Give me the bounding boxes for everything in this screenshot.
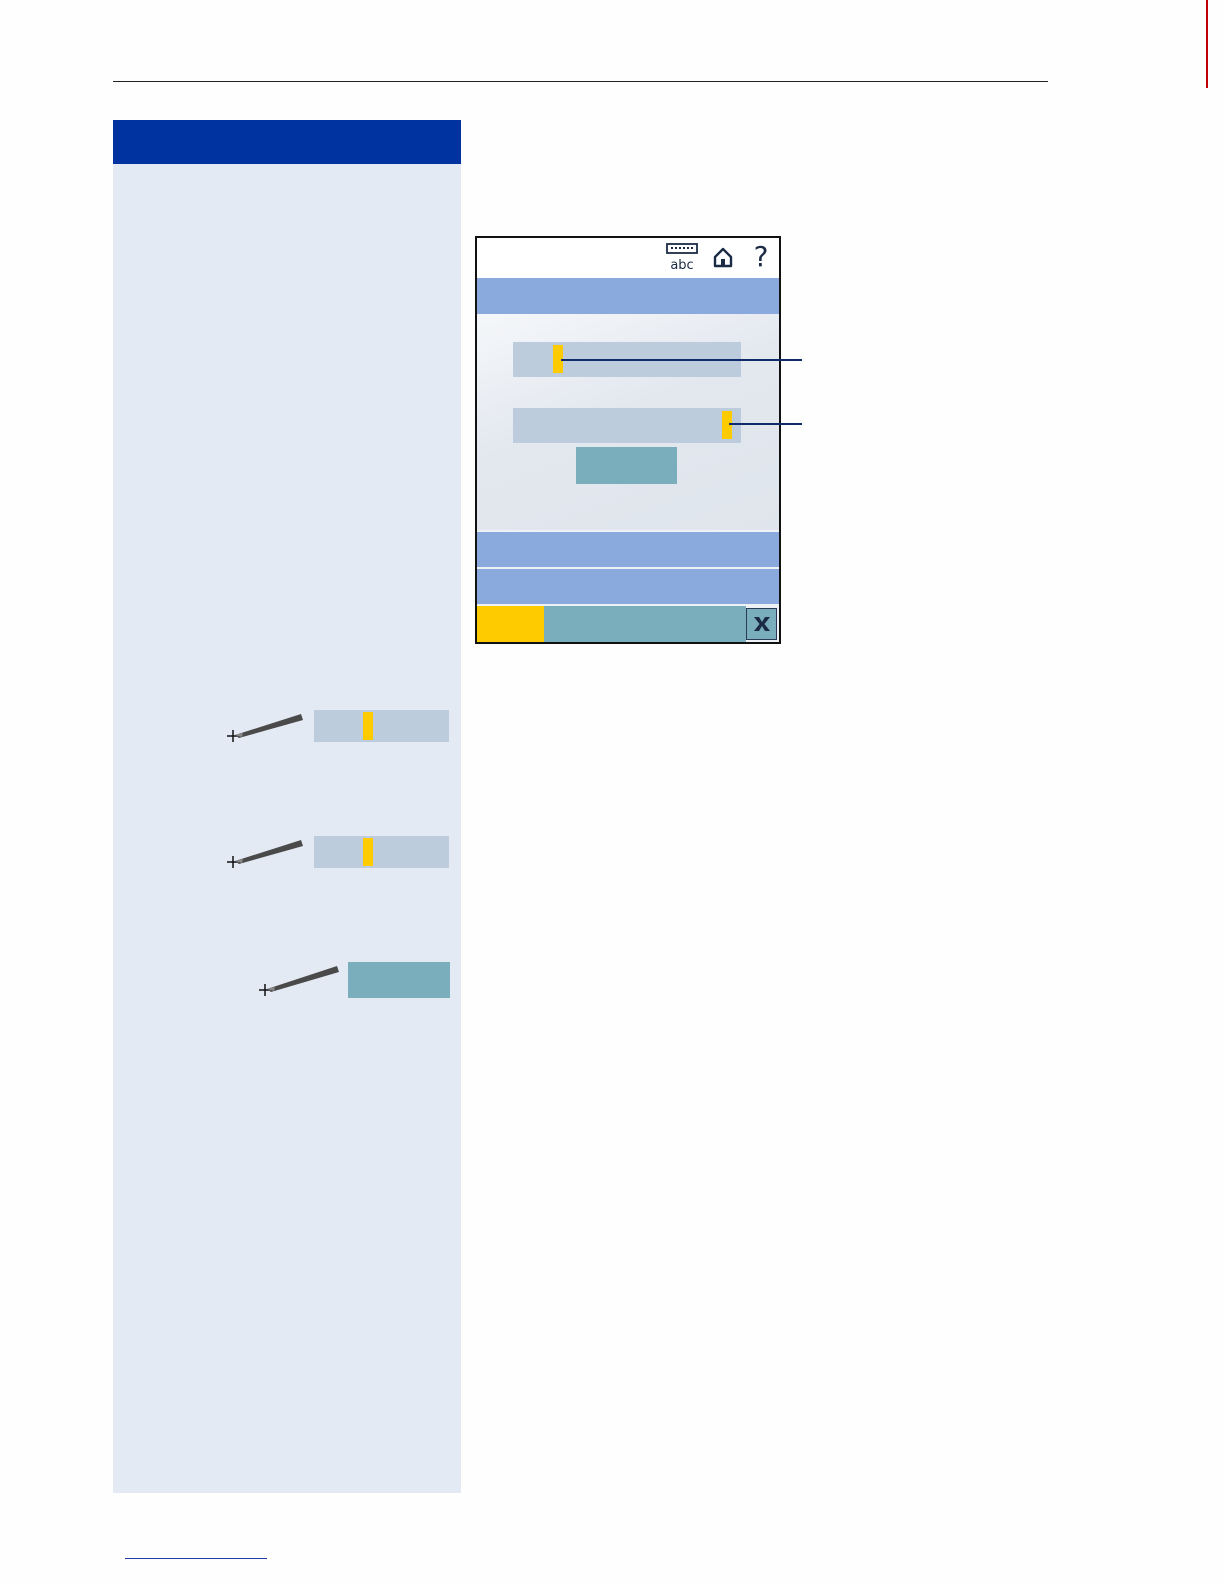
callout-line-2 [729,423,802,425]
phone-screen: abc ? [475,236,781,644]
confirm-button[interactable] [576,447,677,484]
soft-key-left[interactable] [477,606,544,642]
cursor-marker-2 [363,838,373,866]
cursor-marker-1 [363,712,373,740]
sidebar [113,120,461,1493]
input-field-2[interactable] [513,408,741,443]
field-thumbnail-2 [314,836,449,868]
phone-top-bar: abc ? [477,238,779,278]
phone-soft-bar [477,606,779,642]
step-tap-field-1 [223,708,453,748]
sidebar-header [113,120,461,164]
menu-row-2[interactable] [477,569,779,604]
phone-title-bar [477,278,779,314]
footer-link-underline [125,1558,267,1559]
close-glyph [753,617,770,631]
svg-text:abc: abc [670,258,693,272]
header-rule [113,81,1048,82]
menu-row-1[interactable] [477,532,779,567]
keyboard-abc-glyph: abc [666,243,698,272]
stylus-icon [227,714,303,742]
page-edge-mark [1206,0,1208,88]
phone-content-area [477,314,779,530]
help-icon[interactable]: ? [749,242,773,272]
step-tap-button [253,958,453,1002]
callout-line-1 [561,359,802,361]
button-thumbnail [348,962,450,998]
step-tap-field-2 [223,834,453,874]
field-thumbnail-1 [314,710,449,742]
stylus-icon [259,966,339,996]
close-icon[interactable] [746,608,777,640]
soft-key-middle[interactable] [544,606,746,642]
stylus-icon [227,840,303,868]
cursor-field-2 [722,411,732,439]
keyboard-abc-icon[interactable]: abc [665,242,699,272]
home-icon[interactable] [709,242,737,272]
help-glyph: ? [753,240,769,273]
